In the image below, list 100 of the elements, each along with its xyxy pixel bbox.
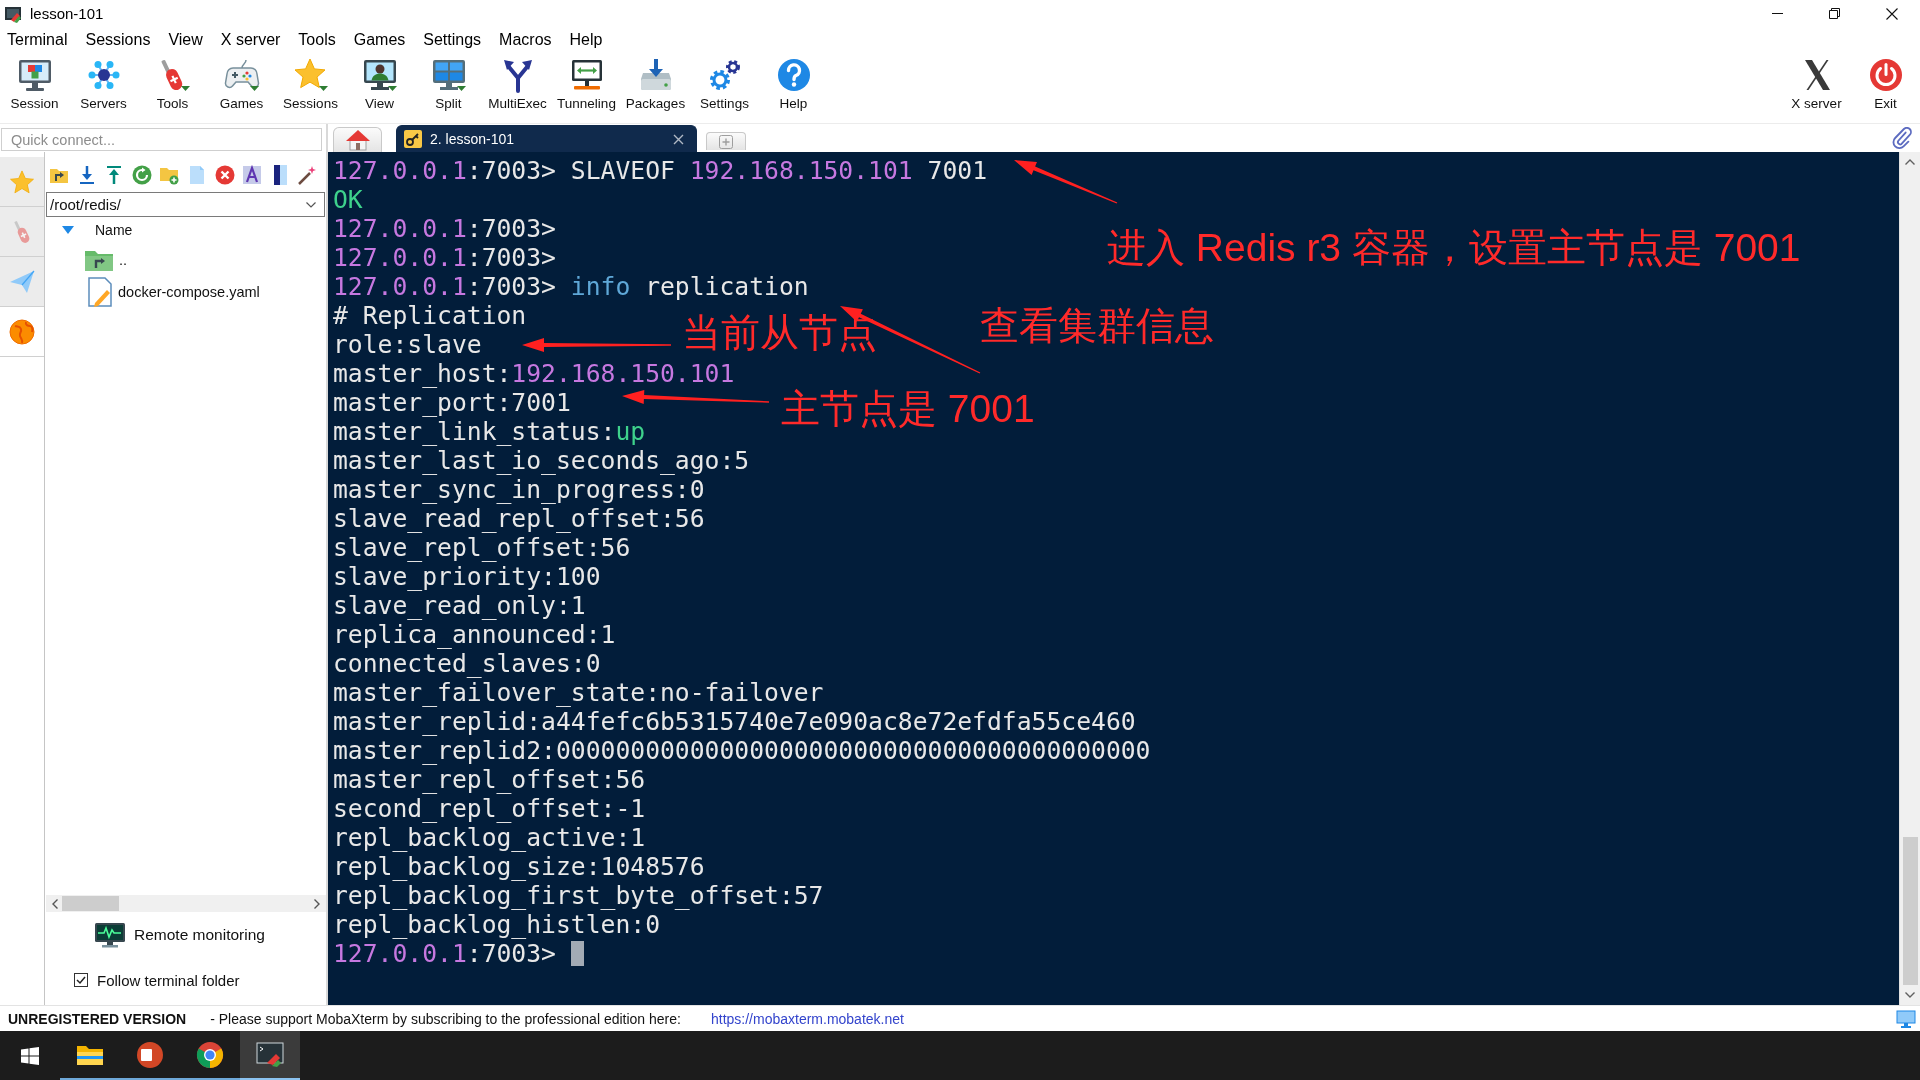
terminal-line: # Replication (333, 301, 527, 330)
terminal-line: master_link_status:up (333, 417, 646, 446)
checkbox-label[interactable]: Follow terminal folder (97, 971, 240, 989)
toolbar-button[interactable]: View (345, 52, 414, 120)
taskbar-app[interactable] (240, 1031, 300, 1080)
parent-folder-icon (84, 248, 114, 272)
terminal-line: master_repl_offset:56 (333, 765, 646, 794)
toolbar-button[interactable]: Games (207, 52, 276, 120)
terminal-line: master_last_io_seconds_ago:5 (333, 446, 750, 475)
split-screen-icon (430, 57, 467, 93)
toolbar-button[interactable]: MultiExec (483, 52, 552, 120)
toolbar-button[interactable]: Servers (69, 52, 138, 120)
annotation-text: 主节点是 7001 (781, 386, 1035, 432)
toolbar-button[interactable]: X server (1782, 52, 1851, 120)
horizontal-scrollbar[interactable] (46, 895, 326, 912)
vertical-scrollbar[interactable] (1899, 152, 1920, 1005)
paperclip-icon[interactable] (1892, 127, 1912, 149)
new-folder-icon[interactable] (159, 165, 180, 185)
toolbar-button[interactable]: Help (759, 52, 828, 120)
home-tab[interactable] (333, 127, 382, 152)
arrow-down-icon (1905, 992, 1915, 998)
toolbar-button[interactable]: Packages (621, 52, 690, 120)
terminal-line: 127.0.0.1:7003> (333, 214, 556, 243)
website-link[interactable]: https://mobaxterm.mobatek.net (710, 1010, 904, 1027)
terminal-line: repl_backlog_active:1 (333, 823, 646, 852)
menu-item[interactable]: X server (220, 30, 281, 49)
menu-item[interactable]: View (168, 30, 203, 49)
toolbar-button[interactable]: Settings (690, 52, 759, 120)
file-edit-icon (87, 277, 113, 307)
scrollbar-thumb[interactable] (62, 896, 119, 911)
menu-item[interactable]: Help (569, 30, 603, 49)
terminal-line: slave_read_repl_offset:56 (333, 504, 705, 533)
monitor-person-icon (361, 57, 398, 93)
toolbar-button[interactable]: Split (414, 52, 483, 120)
menu-item[interactable]: Settings (423, 30, 482, 49)
star-icon (292, 57, 329, 93)
terminal-line: replica_announced:1 (333, 620, 616, 649)
window-title: lesson-101 (30, 5, 104, 22)
file-name[interactable]: .. (119, 252, 128, 268)
sort-caret-icon[interactable] (62, 226, 74, 234)
refresh-icon[interactable] (131, 165, 152, 185)
slide-icon (136, 1040, 164, 1069)
star-icon (9, 168, 35, 195)
minimize-icon (1772, 13, 1783, 14)
scrollbar-thumb[interactable] (1902, 837, 1918, 985)
menu-item[interactable]: Games (353, 30, 406, 49)
toolbar-button[interactable]: Tools (138, 52, 207, 120)
toolbar-button[interactable]: Session (0, 52, 69, 120)
status-message: - Please support MobaXterm by subscribing to the professional edition here: (210, 1010, 681, 1027)
terminal-line: 127.0.0.1:7003> SLAVEOF 192.168.150.101 7001 (333, 156, 987, 185)
terminal-line: master_port:7001 (333, 388, 571, 417)
path-dropdown[interactable]: /root/redis/ (46, 192, 325, 217)
arrow-left-icon (52, 898, 58, 909)
column-header[interactable]: Name (95, 222, 133, 238)
file-name[interactable]: docker-compose.yaml (118, 284, 260, 300)
help-icon (775, 57, 812, 93)
restore-icon (1829, 8, 1840, 19)
new-tab-button[interactable] (706, 132, 746, 150)
terminal-line: master_sync_in_progress:0 (333, 475, 705, 504)
remote-monitoring-button[interactable]: Remote monitoring (90, 918, 269, 952)
magic-wand-icon[interactable] (297, 165, 318, 185)
terminal-line: slave_repl_offset:56 (333, 533, 631, 562)
app-logo-icon (4, 4, 22, 23)
menu-item[interactable]: Terminal (7, 30, 68, 49)
arrow-up-icon (1905, 159, 1915, 165)
terminal-line: repl_backlog_first_byte_offset:57 (333, 881, 824, 910)
arrow-right-icon (314, 898, 320, 909)
toolbar-button[interactable]: Exit (1851, 52, 1920, 120)
session-tab[interactable]: 2. lesson-101 (396, 125, 697, 152)
terminal-line: master_replid:a44fefc6b5315740e7e090ac8e72efdfa55ce460 (333, 707, 1136, 736)
delete-icon[interactable] (214, 165, 235, 185)
round-logo-icon (196, 1040, 224, 1069)
menu-item[interactable]: Macros (499, 30, 552, 49)
monitor-icon[interactable] (1896, 1009, 1916, 1028)
checkbox[interactable] (74, 973, 88, 987)
computer-icon (16, 57, 53, 93)
terminal-line: 127.0.0.1:7003> (333, 939, 556, 968)
monitor-pulse-icon (94, 922, 126, 948)
font-icon[interactable] (242, 165, 263, 185)
terminal-line: connected_slaves:0 (333, 649, 601, 678)
terminal-line: 127.0.0.1:7003> info replication (333, 272, 809, 301)
home-icon (345, 129, 370, 151)
toolbar-button[interactable]: Tunneling (552, 52, 621, 120)
quick-connect-field[interactable]: Quick connect... (1, 128, 322, 151)
windows-logo-icon (21, 1046, 39, 1065)
menu-item[interactable]: Tools (298, 30, 336, 49)
caret-icon (306, 201, 316, 208)
terminal-line: slave_read_only:1 (333, 591, 586, 620)
close-icon[interactable] (673, 133, 684, 145)
menu-item[interactable]: Sessions (85, 30, 151, 49)
key-icon (404, 130, 422, 148)
terminal-line: master_failover_state:no-failover (333, 678, 824, 707)
power-icon (1867, 57, 1904, 93)
terminal-line: master_replid2:0000000000000000000000000000000000000000 (333, 736, 1151, 765)
toolbar-button[interactable]: Sessions (276, 52, 345, 120)
terminal-line: 127.0.0.1:7003> (333, 243, 556, 272)
annotation-text: 查看集群信息 (980, 303, 1214, 349)
plus-icon (719, 134, 733, 149)
globe-icon (9, 318, 35, 345)
paper-plane-icon (9, 268, 35, 295)
